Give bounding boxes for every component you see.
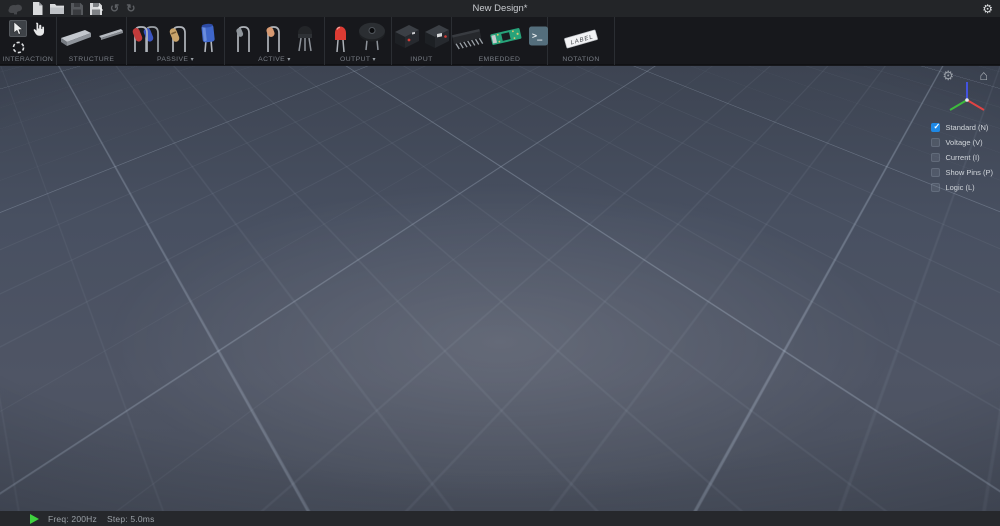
- ic-chip-component-button[interactable]: [450, 24, 484, 52]
- document-title: New Design*: [0, 3, 1000, 14]
- simulation-statusbar: Freq: 200Hz Step: 5.0ms: [0, 511, 1000, 526]
- capacitor-component-button[interactable]: [195, 20, 221, 54]
- label-sticker-icon: LABEL: [562, 28, 600, 50]
- new-file-icon[interactable]: [32, 2, 43, 15]
- console-component-button[interactable]: >_: [528, 24, 549, 48]
- resistor-pair-icon: [130, 20, 162, 54]
- ic-chip-icon: [450, 24, 484, 52]
- cursor-arrow-icon: [13, 22, 24, 35]
- scene: [0, 66, 1000, 511]
- capacitor-icon: [195, 20, 221, 54]
- save-icon[interactable]: [71, 2, 83, 15]
- settings-gear-icon[interactable]: ⚙: [982, 0, 993, 17]
- open-file-icon[interactable]: [50, 2, 64, 15]
- buzzer-component-button[interactable]: [357, 20, 387, 52]
- resistor-component-button[interactable]: [166, 20, 191, 54]
- section-interaction: INTERACTION: [0, 17, 57, 65]
- option-show-pins[interactable]: Show Pins (P): [931, 167, 993, 177]
- led-component-button[interactable]: [329, 20, 351, 54]
- section-embedded: >_ EMBEDDED: [452, 17, 548, 65]
- option-voltage[interactable]: Voltage (V): [931, 137, 993, 147]
- console-icon: >_: [528, 24, 549, 48]
- diode-icon: [232, 20, 254, 54]
- ground-grid: [0, 66, 1000, 351]
- section-notation: LABEL NOTATION: [548, 17, 615, 65]
- app-logo-icon: [7, 2, 25, 15]
- section-active: ACTIVE ▾: [225, 17, 325, 65]
- save-as-icon[interactable]: [90, 2, 103, 15]
- svg-text:>_: >_: [532, 32, 543, 42]
- axis-gizmo[interactable]: [944, 78, 990, 122]
- microcontroller-icon: [489, 24, 523, 50]
- pan-tool-button[interactable]: [31, 21, 46, 37]
- sim-step: Step: 5.0ms: [107, 514, 155, 524]
- select-tool-button[interactable]: [9, 20, 27, 37]
- option-standard[interactable]: Standard (N): [931, 122, 993, 132]
- undo-icon[interactable]: ↺: [110, 2, 119, 15]
- section-label: INPUT: [392, 56, 451, 63]
- redo-icon[interactable]: ↻: [126, 2, 135, 15]
- section-label: EMBEDDED: [452, 56, 547, 63]
- play-simulation-icon[interactable]: [30, 514, 39, 524]
- microcontroller-component-button[interactable]: [489, 24, 523, 50]
- design-canvas-3d[interactable]: ⚙ ⌂ Standard (N) Voltage (V) Current (I): [0, 66, 1000, 511]
- rod-component-button[interactable]: [97, 27, 125, 45]
- beam-component-button[interactable]: [58, 27, 95, 49]
- section-label: NOTATION: [548, 56, 614, 63]
- buzzer-icon: [357, 20, 387, 52]
- signal-module-component-button[interactable]: [423, 23, 451, 50]
- section-structure: STRUCTURE: [57, 17, 127, 65]
- orbit-tool-button[interactable]: [11, 40, 26, 55]
- diode-component-button[interactable]: [232, 20, 254, 54]
- thermistor-component-button[interactable]: [262, 20, 284, 54]
- section-label[interactable]: PASSIVE ▾: [127, 56, 224, 63]
- checkbox-icon[interactable]: [931, 138, 940, 147]
- menubar: ↺ ↻ New Design* ⚙: [0, 0, 1000, 17]
- beam-icon: [58, 27, 95, 49]
- option-logic[interactable]: Logic (L): [931, 182, 993, 192]
- section-output: OUTPUT ▾: [325, 17, 392, 65]
- signal-module-icon: [423, 23, 451, 50]
- checkbox-icon[interactable]: [931, 168, 940, 177]
- section-passive: PASSIVE ▾: [127, 17, 225, 65]
- section-label[interactable]: ACTIVE ▾: [225, 56, 324, 63]
- resistor-icon: [166, 20, 191, 54]
- checkbox-icon[interactable]: [931, 183, 940, 192]
- label-sticker-component-button[interactable]: LABEL: [562, 28, 600, 50]
- power-module-component-button[interactable]: [393, 23, 421, 50]
- option-current[interactable]: Current (I): [931, 152, 993, 162]
- hand-icon: [31, 21, 46, 37]
- transistor-icon: [292, 20, 318, 54]
- section-label: STRUCTURE: [57, 56, 126, 63]
- checkbox-icon[interactable]: [931, 153, 940, 162]
- component-toolbar: INTERACTION STRUCTURE: [0, 17, 1000, 65]
- orbit-circle-icon: [11, 40, 26, 55]
- transistor-component-button[interactable]: [292, 20, 318, 54]
- sim-frequency: Freq: 200Hz: [48, 514, 97, 524]
- power-module-icon: [393, 23, 421, 50]
- checkbox-icon[interactable]: [931, 123, 940, 132]
- resistor-pair-component-button[interactable]: [130, 20, 162, 54]
- display-options-panel: Standard (N) Voltage (V) Current (I) Sho…: [931, 122, 993, 192]
- circuit-designer-app: ↺ ↻ New Design* ⚙ INTERACTION: [0, 0, 1000, 526]
- led-icon: [329, 20, 351, 54]
- section-input: INPUT: [392, 17, 452, 65]
- section-label: INTERACTION: [0, 56, 56, 63]
- rod-icon: [97, 27, 125, 45]
- toolbar-spacer: [615, 17, 1000, 64]
- thermistor-icon: [262, 20, 284, 54]
- section-label[interactable]: OUTPUT ▾: [325, 56, 391, 63]
